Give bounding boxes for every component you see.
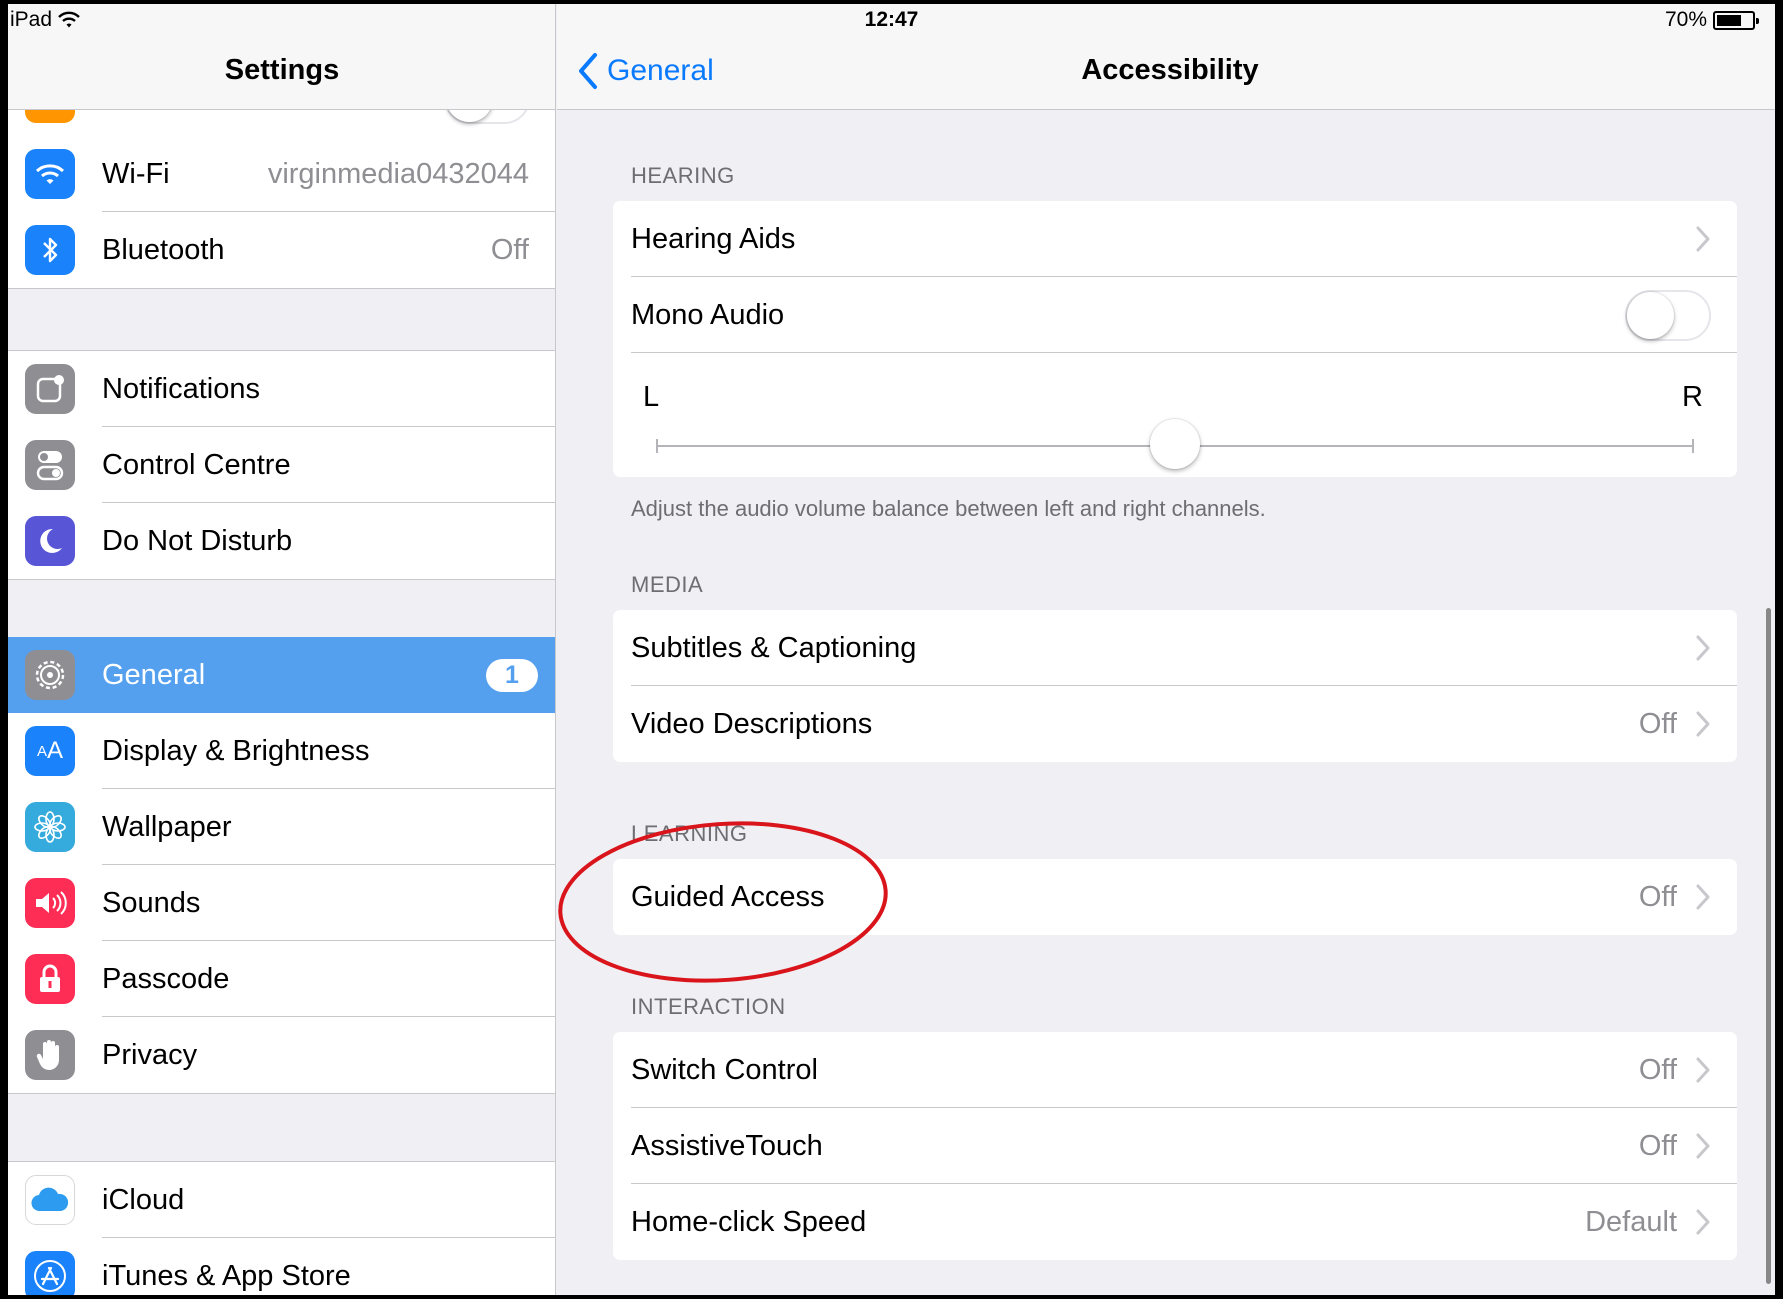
section-header-hearing: HEARING [631, 163, 735, 188]
settings-sidebar: Settings Wi-Fi virginmedia0432044 Blueto… [8, 4, 556, 1295]
sidebar-item-label: Passcode [102, 962, 230, 995]
section-header-media: MEDIA [631, 572, 704, 597]
sidebar-item-label: iTunes & App Store [102, 1259, 351, 1292]
sidebar-item-label: Notifications [102, 372, 260, 405]
sidebar-item-wifi[interactable]: Wi-Fi virginmedia0432044 [8, 136, 555, 212]
interaction-group: Switch Control Off AssistiveTouch Off Ho… [613, 1032, 1737, 1260]
chevron-right-icon [1696, 1209, 1710, 1235]
sidebar-item-notifications[interactable]: Notifications [8, 351, 555, 427]
balance-left-label: L [643, 381, 660, 413]
sidebar-item-label: iCloud [102, 1183, 185, 1216]
sidebar-item-label: Do Not Disturb [102, 524, 293, 557]
wifi-icon [25, 149, 75, 199]
moon-icon [25, 516, 75, 566]
status-bar: iPad 12:47 70% [8, 4, 1775, 34]
row-value: Off [1638, 1054, 1677, 1086]
row-label: Hearing Aids [631, 223, 796, 255]
row-label: AssistiveTouch [631, 1130, 823, 1162]
sidebar-item-label: Control Centre [102, 448, 291, 481]
page-title: Accessibility [1081, 54, 1259, 86]
chevron-right-icon [1696, 1057, 1710, 1083]
sidebar-item-display-brightness[interactable]: AA Display & Brightness [8, 713, 555, 789]
balance-right-label: R [1682, 381, 1703, 413]
chevron-right-icon [1696, 635, 1710, 661]
ipad-screen: iPad 12:47 70% Settings Wi-Fi virginmedi… [8, 4, 1775, 1295]
scroll-indicator [1766, 608, 1771, 1284]
sidebar-item-passcode[interactable]: Passcode [8, 941, 555, 1017]
home-click-speed-row[interactable]: Home-click Speed Default [613, 1184, 1737, 1260]
sidebar-item-label: General [102, 658, 206, 691]
sidebar-item-label: Wi-Fi [102, 157, 170, 190]
row-label: Switch Control [631, 1054, 818, 1086]
row-value: Off [1638, 881, 1677, 913]
row-label: Subtitles & Captioning [631, 632, 917, 664]
row-value: Default [1585, 1206, 1677, 1238]
balance-slider-thumb[interactable] [1150, 419, 1200, 469]
lock-icon [25, 954, 75, 1004]
notifications-icon [25, 364, 75, 414]
sidebar-item-general[interactable]: General 1 [8, 637, 555, 713]
row-value: Off [1638, 708, 1677, 740]
bluetooth-status: Off [490, 233, 529, 266]
sidebar-group-preferences: General 1 AA Display & Brightness Wallpa… [8, 637, 555, 1094]
switch-control-row[interactable]: Switch Control Off [613, 1032, 1737, 1108]
sidebar-item-do-not-disturb[interactable]: Do Not Disturb [8, 503, 555, 579]
sidebar-item-label: Bluetooth [102, 233, 225, 266]
section-header-interaction: INTERACTION [631, 994, 786, 1019]
hand-icon [25, 1030, 75, 1080]
sidebar-item-wallpaper[interactable]: Wallpaper [8, 789, 555, 865]
sidebar-group-system: Notifications Control Centre Do Not Dist… [8, 350, 555, 580]
chevron-right-icon [1696, 884, 1710, 910]
row-label: Video Descriptions [631, 708, 873, 740]
sidebar-item-sounds[interactable]: Sounds [8, 865, 555, 941]
balance-slider-row: L R [613, 353, 1737, 477]
sidebar-item-itunes-app-store[interactable]: iTunes & App Store [8, 1238, 555, 1295]
control-centre-icon [25, 440, 75, 490]
wallpaper-icon [25, 802, 75, 852]
chevron-right-icon [1696, 226, 1710, 252]
video-descriptions-row[interactable]: Video Descriptions Off [613, 686, 1737, 762]
app-store-icon [25, 1251, 75, 1295]
assistivetouch-row[interactable]: AssistiveTouch Off [613, 1108, 1737, 1184]
sidebar-group-accounts: iCloud iTunes & App Store [8, 1161, 555, 1295]
chevron-right-icon [1696, 1133, 1710, 1159]
sidebar-item-label: Display & Brightness [102, 734, 370, 767]
sidebar-title: Settings [224, 54, 340, 86]
speaker-icon [25, 878, 75, 928]
accessibility-pane: General Accessibility HEARING Hearing Ai… [557, 4, 1775, 1295]
mono-audio-toggle[interactable] [1625, 290, 1711, 341]
guided-access-row[interactable]: Guided Access Off [613, 859, 1737, 935]
hearing-group: Hearing Aids Mono Audio L R [613, 201, 1737, 477]
media-group: Subtitles & Captioning Video Description… [613, 610, 1737, 762]
sidebar-item-label: Privacy [102, 1038, 198, 1071]
sidebar-item-icloud[interactable]: iCloud [8, 1162, 555, 1238]
sidebar-item-label: Sounds [102, 886, 201, 919]
balance-footer-text: Adjust the audio volume balance between … [631, 496, 1266, 521]
row-label: Guided Access [631, 881, 825, 913]
hearing-aids-row[interactable]: Hearing Aids [613, 201, 1737, 277]
subtitles-captioning-row[interactable]: Subtitles & Captioning [613, 610, 1737, 686]
row-value: Off [1638, 1130, 1677, 1162]
sidebar-item-control-centre[interactable]: Control Centre [8, 427, 555, 503]
sidebar-item-privacy[interactable]: Privacy [8, 1017, 555, 1093]
sidebar-item-bluetooth[interactable]: Bluetooth Off [8, 212, 555, 288]
bluetooth-icon [25, 225, 75, 275]
chevron-right-icon [1696, 711, 1710, 737]
wifi-network-name: virginmedia0432044 [267, 157, 529, 190]
learning-group: Guided Access Off [613, 859, 1737, 935]
update-badge: 1 [486, 659, 538, 692]
gear-icon [25, 650, 75, 700]
display-icon: AA [25, 726, 75, 776]
section-header-learning: LEARNING [631, 821, 748, 846]
battery-icon [1713, 10, 1759, 30]
row-label: Mono Audio [631, 299, 785, 331]
clock: 12:47 [864, 8, 919, 31]
sidebar-item-label: Wallpaper [102, 810, 232, 843]
row-label: Home-click Speed [631, 1206, 867, 1238]
battery-percent: 70% [1664, 8, 1707, 31]
sidebar-group-connectivity: Wi-Fi virginmedia0432044 Bluetooth Off [8, 136, 555, 289]
mono-audio-row: Mono Audio [613, 277, 1737, 353]
cloud-icon [25, 1175, 75, 1225]
